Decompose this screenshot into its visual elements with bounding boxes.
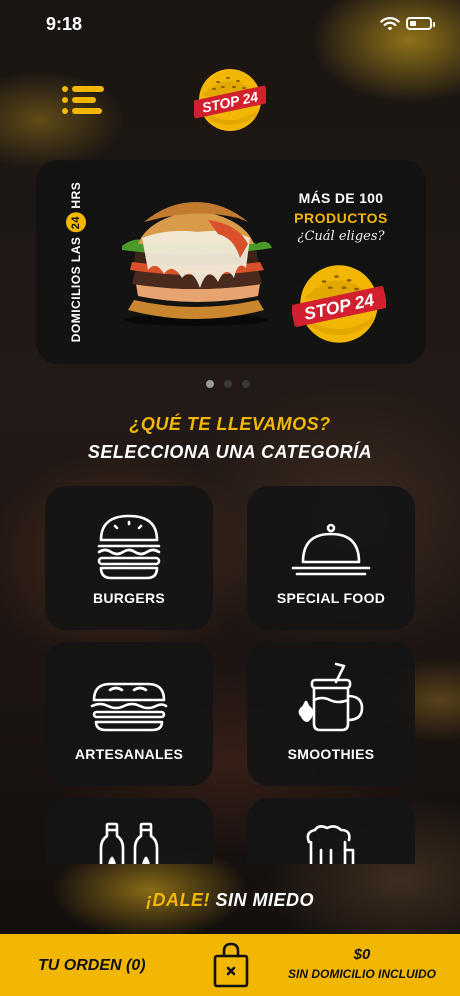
category-label: ARTESANALES xyxy=(74,746,184,762)
carousel-dots[interactable] xyxy=(206,380,250,388)
wifi-icon xyxy=(380,17,400,31)
menu-icon[interactable] xyxy=(60,84,106,118)
vertical-prefix: DOMICILIOS LAS xyxy=(69,236,83,343)
order-bar[interactable]: TU ORDEN (0) $0 SIN DOMICILIO INCLUIDO xyxy=(0,934,460,996)
sandwich-icon xyxy=(90,682,168,732)
order-total-amount: $0 xyxy=(353,946,371,963)
order-total-note: SIN DOMICILIO INCLUIDO xyxy=(288,967,436,981)
promo-text: MÁS DE 100 PRODUCTOS ¿Cuál eliges? xyxy=(282,190,400,244)
beer-icon xyxy=(306,825,355,864)
stop24-logo[interactable]: STOP 24 xyxy=(191,68,269,132)
slogan-rest: SIN MIEDO xyxy=(215,890,315,910)
category-label: SPECIAL FOOD xyxy=(276,590,386,606)
battery-icon xyxy=(406,17,435,30)
carousel-dot-2[interactable] xyxy=(224,380,232,388)
category-label: BURGERS xyxy=(92,590,166,606)
bottles-icon xyxy=(99,822,159,864)
shopping-bag-icon[interactable] xyxy=(212,942,250,988)
promo-line-1: MÁS DE 100 xyxy=(282,190,400,206)
category-card-beer[interactable] xyxy=(247,798,415,864)
carousel-dot-3[interactable] xyxy=(242,380,250,388)
category-card-burgers[interactable]: BURGERS xyxy=(45,486,213,630)
vertical-number: 24 xyxy=(66,212,86,233)
category-card-artesanales[interactable]: ARTESANALES xyxy=(45,642,213,786)
cloche-icon xyxy=(291,523,371,576)
order-total: $0 SIN DOMICILIO INCLUIDO xyxy=(282,946,442,981)
category-label: SMOOTHIES xyxy=(287,746,375,762)
category-card-smoothies[interactable]: SMOOTHIES xyxy=(247,642,415,786)
banner-stop24-logo: STOP 24 xyxy=(292,265,386,343)
logo-graphic: STOP 24 xyxy=(191,69,269,131)
footer-slogan: ¡DALE! SIN MIEDO xyxy=(0,890,460,911)
burger-icon xyxy=(97,514,161,580)
vertical-suffix: HRS xyxy=(69,181,83,209)
category-card-bottles[interactable] xyxy=(45,798,213,864)
promo-number: 100 xyxy=(359,190,384,206)
promo-banner[interactable]: DOMICILIOS LAS 24 HRS MÁS DE 100 PRODUCT… xyxy=(36,160,426,364)
category-grid: BURGERS SPECIAL FOOD ARTESANALES SMOOTHI… xyxy=(0,482,460,864)
slogan-highlight: ¡DALE! xyxy=(145,890,210,910)
promo-line-2: PRODUCTOS xyxy=(294,210,388,226)
status-time: 9:18 xyxy=(46,14,83,34)
status-bar: 9:18 xyxy=(0,0,460,50)
category-card-special-food[interactable]: SPECIAL FOOD xyxy=(247,486,415,630)
promo-prefix: MÁS DE xyxy=(298,190,355,206)
section-question: ¿QUÉ TE LLEVAMOS? xyxy=(129,414,331,434)
smoothie-icon xyxy=(298,662,364,732)
promo-tagline: ¿Cuál eliges? xyxy=(297,229,385,244)
banner-vertical-text: DOMICILIOS LAS 24 HRS xyxy=(66,181,86,343)
burger-photo xyxy=(122,202,272,326)
order-label[interactable]: TU ORDEN (0) xyxy=(38,957,146,975)
section-subtitle: SELECCIONA UNA CATEGORÍA xyxy=(87,442,373,462)
carousel-dot-1[interactable] xyxy=(206,380,214,388)
